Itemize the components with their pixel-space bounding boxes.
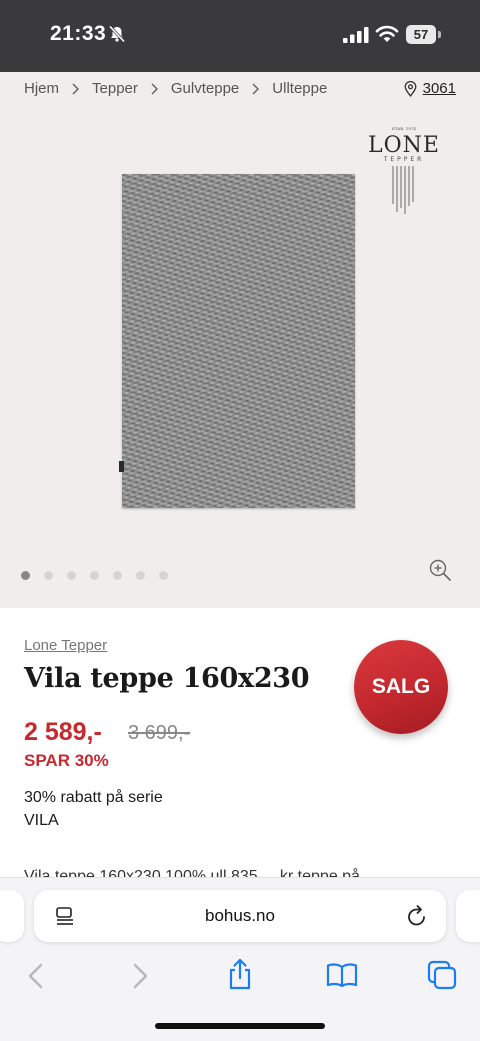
bookmarks-icon[interactable] [326, 962, 358, 988]
product-gallery[interactable]: Hjem Tepper Gulvteppe Ullteppe 3061 ETAB… [0, 72, 480, 608]
forward-icon[interactable] [130, 963, 150, 989]
breadcrumb-item-tepper[interactable]: Tepper [92, 80, 138, 97]
status-bar: 21:33 57 [0, 0, 480, 72]
next-tab-peek[interactable] [456, 890, 480, 942]
breadcrumb-item-gulvteppe[interactable]: Gulvteppe [171, 80, 239, 97]
gallery-dot[interactable] [159, 571, 168, 580]
product-title: Vila teppe 160x230 [24, 663, 310, 694]
back-icon[interactable] [26, 963, 46, 989]
tabs-icon[interactable] [427, 960, 457, 990]
chevron-right-icon [151, 82, 158, 95]
gallery-pagination [21, 571, 182, 580]
breadcrumb-item-ullteppe[interactable]: Ullteppe [272, 80, 327, 97]
url-text[interactable]: bohus.no [34, 890, 446, 942]
gallery-dot[interactable] [113, 571, 122, 580]
previous-tab-peek[interactable] [0, 890, 24, 942]
store-number[interactable]: 3061 [423, 80, 456, 97]
product-image-rug[interactable] [119, 174, 355, 508]
address-bar[interactable]: bohus.no [34, 890, 446, 942]
svg-text:ETAB. 1974: ETAB. 1974 [392, 126, 416, 131]
zoom-in-icon[interactable] [428, 558, 452, 582]
chevron-right-icon [72, 82, 80, 95]
chevron-right-icon [252, 82, 260, 95]
status-time: 21:33 [50, 22, 107, 45]
gallery-dot[interactable] [21, 571, 30, 580]
svg-text:LONE: LONE [368, 133, 440, 158]
cellular-signal-icon [343, 27, 369, 43]
current-price: 2 589,- [24, 718, 102, 746]
home-indicator [155, 1023, 325, 1029]
lone-tepper-logo: ETAB. 1974 LONE TEPPER [368, 126, 440, 214]
old-price: 3 699,- [128, 722, 191, 744]
gallery-dot[interactable] [67, 571, 76, 580]
location-pin-icon [404, 80, 417, 97]
savings-label: SPAR 30% [24, 751, 109, 770]
share-icon[interactable] [226, 958, 254, 990]
breadcrumb-item-hjem[interactable]: Hjem [24, 80, 59, 97]
bell-slash-icon [108, 25, 126, 43]
wifi-icon [375, 25, 399, 42]
sale-badge: SALG [354, 640, 448, 734]
svg-text:TEPPER: TEPPER [383, 156, 425, 163]
reload-icon[interactable] [406, 904, 428, 928]
battery-tip [438, 31, 441, 38]
battery-icon: 57 [406, 25, 436, 44]
rug-label-tag [119, 461, 124, 472]
campaign-text: 30% rabatt på serie VILA [24, 789, 163, 829]
gallery-dot[interactable] [136, 571, 145, 580]
gallery-dot[interactable] [90, 571, 99, 580]
gallery-dot[interactable] [44, 571, 53, 580]
breadcrumb: Hjem Tepper Gulvteppe Ullteppe [24, 80, 327, 97]
store-selector[interactable]: 3061 [404, 80, 456, 97]
browser-toolbar: bohus.no [0, 877, 480, 1041]
vendor-link[interactable]: Lone Tepper [24, 637, 107, 654]
